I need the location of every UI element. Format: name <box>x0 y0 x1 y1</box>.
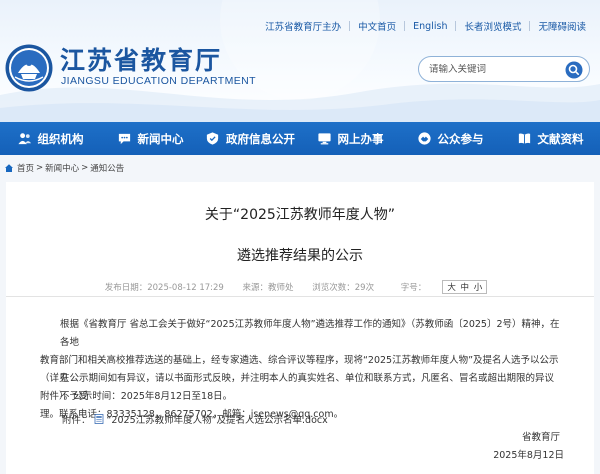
article-title-line1: 关于“2025江苏教师年度人物” <box>204 207 396 223</box>
font-size-switcher: 大 中 小 <box>442 280 488 294</box>
publish-date: 发布日期：2025-08-12 17:29 <box>104 283 224 293</box>
nav-item-label: 公众参与 <box>437 131 484 146</box>
nav-item-label: 政府信息公开 <box>226 131 295 146</box>
attachment-label: 附件： <box>62 415 91 426</box>
article-title-line2: 遴选推荐结果的公示 <box>237 248 363 264</box>
article-panel: 关于“2025江苏教师年度人物” 遴选推荐结果的公示 发布日期：2025-08-… <box>6 182 594 474</box>
site-logo-chinese[interactable]: 江苏省教育厅 <box>60 41 222 77</box>
breadcrumb-separator: > <box>81 163 89 173</box>
attachment-file-link[interactable]: “2025江苏教师年度人物”及提名人选公示名单.docx <box>107 412 328 426</box>
top-links: 江苏省教育厅主办 中文首页 English 长者浏览模式 无障碍阅读 <box>257 19 594 34</box>
font-size-label: 字号： <box>400 283 427 293</box>
monitor-icon <box>317 133 331 145</box>
top-link-english[interactable]: English <box>405 21 455 32</box>
people-icon <box>17 133 31 145</box>
nav-item-label: 新闻中心 <box>137 131 184 146</box>
font-size-medium-button[interactable]: 中 <box>461 283 470 293</box>
top-link-chinese-home[interactable]: 中文首页 <box>350 19 404 33</box>
paragraph-line: 在公示期间如有异议，请以书面形式反映，并注明本人的真实姓名、单位和联系方式，凡匿… <box>60 373 555 402</box>
nav-item-organization[interactable]: 组织机构 <box>0 122 100 155</box>
shield-icon <box>206 132 219 145</box>
site-logo-english: JIANGSU EDUCATION DEPARTMENT <box>61 75 256 87</box>
breadcrumb-notices[interactable]: 通知公告 <box>90 162 124 174</box>
breadcrumb-news-center[interactable]: 新闻中心 <box>45 162 79 174</box>
nav-item-label: 文献资料 <box>537 131 584 146</box>
document-file-icon <box>94 414 103 424</box>
signer-name: 省教育厅 <box>521 432 560 443</box>
breadcrumb: 首页 > 新闻中心 > 通知公告 <box>4 160 124 176</box>
home-icon <box>5 164 13 172</box>
department-emblem-icon[interactable] <box>4 43 54 93</box>
article-source: 来源：教师处 <box>242 283 294 293</box>
attachment-row: 附件： “2025江苏教师年度人物”及提名人选公示名单.docx <box>62 412 328 426</box>
nav-item-literature[interactable]: 文献资料 <box>500 122 600 155</box>
search-box <box>418 56 590 82</box>
book-icon <box>518 133 530 144</box>
breadcrumb-home[interactable]: 首页 <box>17 162 34 174</box>
breadcrumb-separator: > <box>36 163 44 173</box>
search-input[interactable] <box>429 63 567 75</box>
chat-icon <box>118 133 130 145</box>
nav-item-news-center[interactable]: 新闻中心 <box>100 122 200 155</box>
handshake-icon <box>417 132 431 145</box>
nav-item-label: 网上办事 <box>337 131 384 146</box>
top-link-elder-mode[interactable]: 长者浏览模式 <box>456 19 529 33</box>
sign-date: 2025年8月12日 <box>493 450 564 461</box>
nav-item-public-participation[interactable]: 公众参与 <box>400 122 500 155</box>
view-count: 浏览次数：29次 <box>312 283 375 293</box>
nav-item-label: 组织机构 <box>37 131 84 146</box>
top-link-sponsor[interactable]: 江苏省教育厅主办 <box>257 19 349 33</box>
font-size-control: 字号： 大 中 小 <box>393 280 495 294</box>
meta-divider <box>6 296 594 297</box>
article-meta: 发布日期：2025-08-12 17:29 来源：教师处 浏览次数：29次 字号… <box>6 280 594 294</box>
main-navigation: 组织机构 新闻中心 政府信息公开 网上办事 公众参与 文献资料 <box>0 122 600 155</box>
font-size-large-button[interactable]: 大 <box>447 283 456 293</box>
paragraph-line: 根据《省教育厅 省总工会关于做好“2025江苏教师年度人物”遴选推荐工作的通知》… <box>60 319 560 348</box>
search-icon[interactable] <box>565 61 583 79</box>
font-size-small-button[interactable]: 小 <box>474 283 483 293</box>
nav-item-online-services[interactable]: 网上办事 <box>300 122 400 155</box>
nav-item-gov-info[interactable]: 政府信息公开 <box>200 122 300 155</box>
top-link-accessibility[interactable]: 无障碍阅读 <box>530 19 594 33</box>
site-header: 江苏省教育厅主办 中文首页 English 长者浏览模式 无障碍阅读 江苏省教育… <box>0 0 600 122</box>
